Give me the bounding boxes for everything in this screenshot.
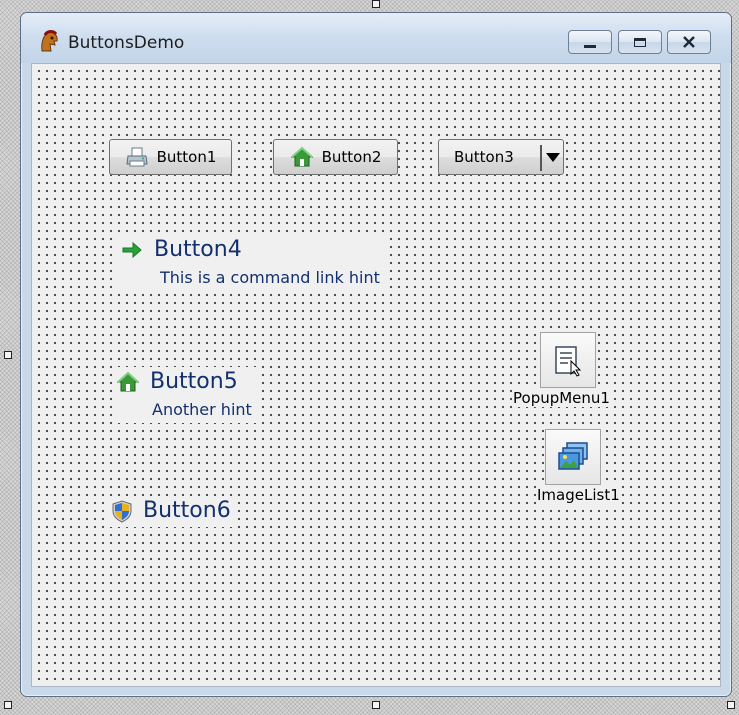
close-icon (683, 36, 695, 48)
split-separator (540, 145, 542, 171)
command-link-button6[interactable]: Button6 (107, 496, 237, 527)
button6-caption: Button6 (143, 498, 231, 523)
minimize-icon (584, 44, 596, 48)
button1[interactable]: Button1 (109, 139, 232, 175)
uac-shield-icon (111, 499, 133, 523)
maximize-icon (634, 37, 646, 47)
resize-handle-bottom-right[interactable] (727, 701, 735, 709)
resize-handle-left[interactable] (4, 351, 12, 359)
command-link-button5[interactable]: Button5 Another hint (112, 367, 258, 423)
title-bar[interactable]: ButtonsDemo (21, 13, 731, 63)
dropdown-arrow-icon[interactable] (546, 153, 560, 162)
resize-handle-top[interactable] (372, 0, 380, 8)
button3-label: Button3 (454, 148, 514, 166)
minimize-button[interactable] (568, 30, 612, 54)
button5-caption: Button5 (150, 369, 238, 394)
button1-label: Button1 (156, 148, 217, 166)
resize-handle-bottom-left[interactable] (4, 701, 12, 709)
button4-hint: This is a command link hint (160, 268, 380, 287)
maximize-button[interactable] (618, 30, 662, 54)
button2-label: Button2 (321, 148, 382, 166)
command-link-button4[interactable]: Button4 This is a command link hint (116, 235, 386, 291)
home-icon (116, 370, 140, 394)
close-button[interactable] (667, 30, 711, 54)
green-arrow-icon (120, 239, 144, 261)
popup-menu-label: PopupMenu1 (512, 389, 611, 407)
form-window: ButtonsDemo Button1 Button2 Button3 Butt… (20, 12, 732, 697)
button3[interactable]: Button3 (438, 139, 564, 175)
window-title: ButtonsDemo (68, 33, 185, 53)
image-list-label: ImageList1 (536, 486, 621, 504)
app-icon (38, 29, 60, 53)
button4-caption: Button4 (154, 237, 242, 262)
image-list-component[interactable] (545, 429, 601, 485)
home-icon (290, 145, 314, 169)
popup-menu-icon (555, 346, 582, 377)
popup-menu-component[interactable] (540, 332, 596, 388)
form-client-area[interactable]: Button1 Button2 Button3 Button4 This is … (31, 63, 721, 687)
image-list-icon (558, 442, 588, 470)
printer-icon (125, 145, 149, 169)
button5-hint: Another hint (152, 400, 252, 419)
button2[interactable]: Button2 (273, 139, 398, 175)
resize-handle-bottom[interactable] (372, 701, 380, 709)
